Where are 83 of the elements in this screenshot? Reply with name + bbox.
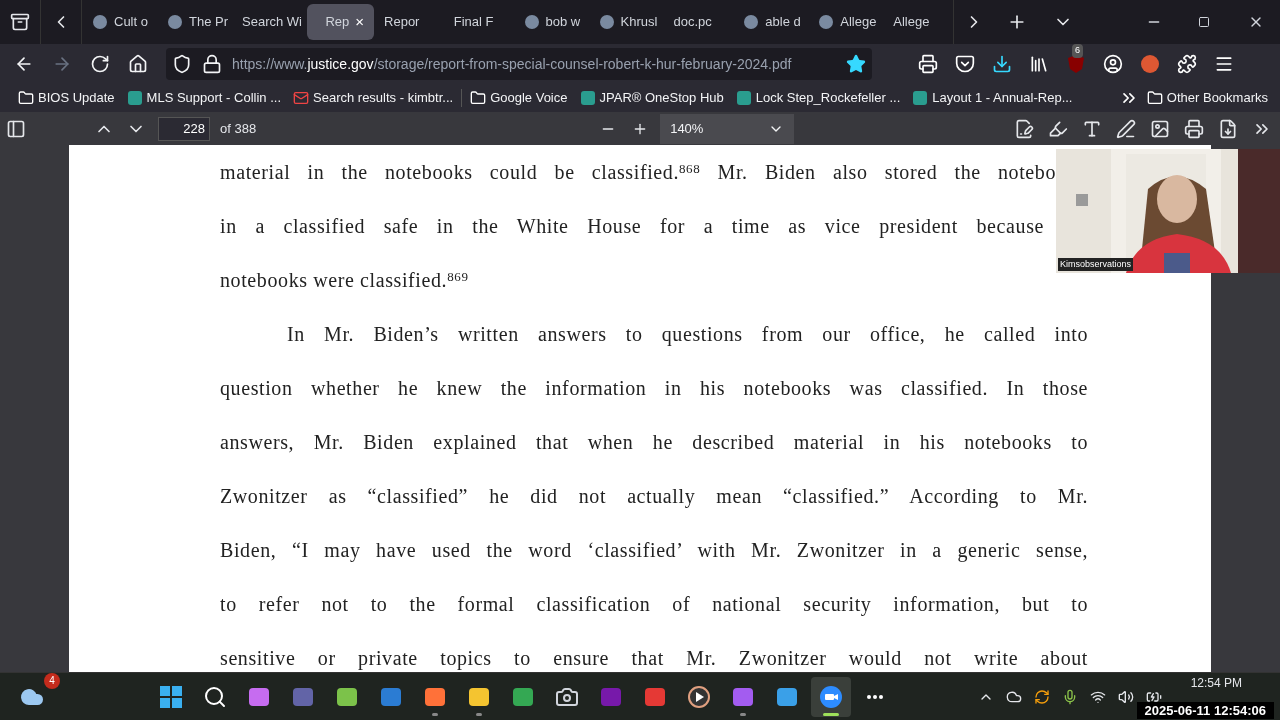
document-line: material in the notebooks could be classified.$^{868}$ Mr. Biden also stored the notebo [220, 159, 1056, 185]
document-line: sensitive or private topics to ensure that Mr. Zwonitzer would not write about [220, 646, 1088, 672]
tab-list-icon[interactable] [10, 12, 30, 32]
bookmark[interactable]: Lock Step_Rockefeller ... [729, 86, 907, 110]
windows-icon [160, 685, 182, 708]
microphone-icon[interactable] [1062, 688, 1078, 705]
sign-icon[interactable] [1014, 118, 1034, 139]
play-icon [687, 684, 711, 709]
site-icon [743, 14, 760, 30]
more-icon [867, 694, 883, 699]
document-line: answers, Mr. Biden explained that when he described material in his notebooks to [220, 430, 1088, 456]
document-line: In Mr. Biden’s written answers to questions from our office, he called into [287, 322, 1088, 348]
account-icon[interactable] [1103, 54, 1123, 74]
extension-badge: 6 [1072, 44, 1083, 58]
site-icon [523, 14, 540, 30]
browser-tab[interactable]: Rep × [307, 4, 375, 40]
browser-tab[interactable]: Final F [443, 4, 514, 40]
download-icon[interactable] [992, 54, 1012, 74]
browser-tab[interactable]: able d [733, 4, 809, 40]
bookmark[interactable]: JPAR® OneStop Hub [573, 86, 730, 110]
site-icon [818, 14, 835, 30]
site-icon [912, 90, 929, 106]
site-icon [598, 14, 615, 30]
restore-icon[interactable] [1198, 16, 1210, 28]
bookmark[interactable]: BIOS Update [12, 86, 121, 110]
highlight-icon[interactable] [1048, 118, 1068, 139]
folder-icon [18, 90, 34, 106]
folder-icon [470, 90, 487, 106]
browser-tab[interactable]: Allege [808, 4, 884, 40]
close-tab-button[interactable]: × [355, 10, 365, 34]
draw-icon[interactable] [1116, 118, 1136, 139]
site-icon [92, 14, 108, 30]
document-line: Zwonitzer as “classified” he did not actually mean “classified.” According to Mr. [220, 484, 1088, 510]
bookmark[interactable]: Google Voice [464, 86, 574, 110]
recording-timestamp: 2025-06-11 12:54:06 [1136, 702, 1274, 719]
shield-icon [172, 54, 192, 74]
folder-icon [1146, 90, 1163, 106]
browser-tab[interactable]: The Pr [157, 4, 232, 40]
sync-icon[interactable] [1034, 688, 1050, 705]
address-bar[interactable]: https://www.justice.gov/storage/report-from-special-counsel-robert-k-hur-february-2024.pdf [166, 48, 872, 80]
image-icon[interactable] [1150, 118, 1170, 139]
document-line: to refer not to the formal classification of national security information, but to [220, 592, 1088, 618]
site-icon [579, 90, 596, 106]
browser-tab[interactable]: Khrusl [588, 4, 664, 40]
bookmark[interactable]: Other Bookmarks [1146, 88, 1268, 108]
document-line: Biden, “I may have used the word ‘classified’ with Mr. Zwonitzer in a generic sense, [220, 538, 1088, 564]
browser-tab[interactable]: Cult o [82, 4, 157, 40]
bookmark[interactable]: MLS Support - Collin ... [120, 86, 287, 110]
library-icon[interactable] [1029, 54, 1049, 74]
bookmark-star-icon[interactable] [846, 54, 866, 74]
clock[interactable]: 12:54 PM [1190, 676, 1242, 690]
browser-tab[interactable]: Repor [374, 4, 444, 40]
volume-icon[interactable] [1118, 688, 1134, 705]
document-line: question whether he knew the information in his notebooks was classified. In those [220, 376, 1088, 402]
page-number-field[interactable]: 228 [158, 116, 210, 141]
mail-icon [293, 90, 309, 106]
extensions-icon[interactable] [1177, 54, 1197, 74]
print-icon[interactable] [1184, 118, 1204, 139]
browser-tab[interactable]: Allege [883, 4, 953, 40]
zoom-select[interactable]: 140% [660, 113, 795, 144]
bookmark[interactable]: Layout 1 - Annual-Rep... [906, 86, 1079, 110]
page-count: of 388 [220, 119, 257, 138]
site-icon [167, 14, 183, 30]
site-icon [126, 90, 143, 106]
lock-icon [202, 54, 222, 74]
video-app-icon [819, 684, 843, 709]
bookmark[interactable]: Search results - kimbtr... [287, 86, 460, 110]
reload-icon[interactable] [90, 54, 110, 74]
url-text: https://www.justice.gov/storage/report-from-special-counsel-robert-k-hur-february-2024.pdf [232, 54, 793, 74]
home-icon[interactable] [128, 54, 148, 74]
browser-tab[interactable]: Search Wi [232, 4, 307, 40]
taskbar-app[interactable] [811, 676, 851, 717]
save-icon[interactable] [1218, 118, 1238, 139]
menu-icon[interactable] [1214, 54, 1234, 74]
sidebar-toggle-icon[interactable] [6, 118, 26, 139]
search-icon [203, 684, 227, 709]
browser-tab[interactable]: doc.pc [663, 4, 734, 40]
site-icon [735, 90, 752, 106]
print-icon[interactable] [918, 54, 938, 74]
notification-badge: 4 [44, 672, 60, 689]
pocket-icon[interactable] [955, 54, 975, 74]
document-line: in a classified safe in the White House for a time as vice president because [220, 214, 1044, 240]
browser-tab[interactable]: bob w [513, 4, 589, 40]
